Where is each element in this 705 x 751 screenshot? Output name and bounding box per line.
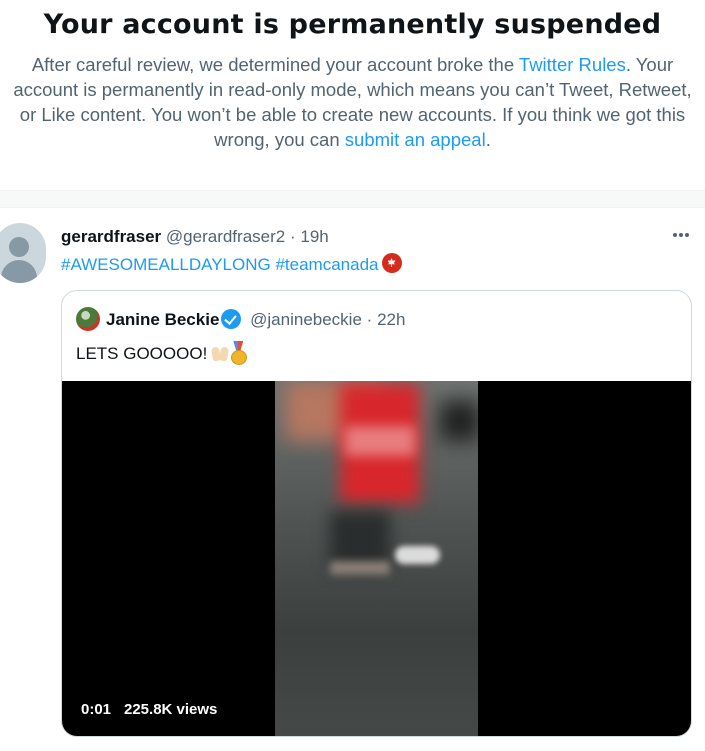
video-elapsed-time: 0:01	[81, 701, 112, 718]
suspension-text-part-3: .	[485, 129, 491, 150]
separator-dot: ·	[289, 227, 296, 246]
tweet-timestamp[interactable]: 19h	[300, 227, 328, 246]
avatar[interactable]	[0, 223, 46, 283]
more-dot	[673, 233, 677, 237]
avatar-head-shape	[9, 237, 29, 257]
tweet-text: #AWESOMEALLDAYLONG #teamcanada	[61, 253, 402, 276]
video-blur-shape	[330, 561, 390, 575]
quoted-tweet[interactable]: Janine Beckie @janinebeckie · 22h LETS G…	[61, 290, 692, 737]
video-player[interactable]: 0:01 225.8K views	[62, 381, 691, 736]
verified-badge-icon	[221, 309, 242, 329]
suspension-message: After careful review, we determined your…	[8, 52, 698, 152]
quoted-author-name[interactable]: Janine Beckie	[106, 310, 219, 329]
quoted-text-content: LETS GOOOOO!	[76, 344, 208, 363]
quoted-author-handle[interactable]: @janinebeckie	[250, 310, 362, 329]
suspension-title: Your account is permanently suspended	[43, 9, 662, 40]
quoted-tweet-text: LETS GOOOOO!	[76, 341, 248, 365]
tweet-author-name[interactable]: gerardfraser	[61, 227, 161, 246]
quoted-tweet-timestamp[interactable]: 22h	[377, 310, 405, 329]
tweet-author-handle[interactable]: @gerardfraser2	[166, 227, 285, 246]
video-frame	[275, 381, 478, 736]
canada-flag-icon	[381, 253, 402, 273]
twitter-rules-link[interactable]: Twitter Rules	[519, 54, 626, 75]
section-divider	[0, 190, 705, 208]
video-blur-shape	[440, 401, 478, 441]
suspension-text-part-1: After careful review, we determined your…	[31, 54, 519, 75]
separator-dot: ·	[366, 310, 373, 329]
hashtag-awesomealldaylong[interactable]: #AWESOMEALLDAYLONG	[61, 255, 271, 274]
gold-medal-icon	[230, 341, 248, 365]
video-view-count: 225.8K views	[124, 701, 218, 718]
more-dot	[679, 233, 683, 237]
quoted-tweet-header: Janine Beckie @janinebeckie · 22h	[106, 309, 405, 331]
more-horizontal-icon[interactable]	[668, 222, 694, 248]
more-dot	[685, 233, 689, 237]
quoted-author-avatar[interactable]	[76, 307, 100, 331]
hashtag-teamcanada[interactable]: #teamcanada	[275, 255, 378, 274]
video-blur-shape	[345, 426, 415, 456]
submit-appeal-link[interactable]: submit an appeal	[345, 129, 486, 150]
default-profile-icon	[0, 223, 46, 283]
video-blur-shape	[395, 546, 440, 564]
suspension-banner: Your account is permanently suspended Af…	[0, 0, 705, 190]
avatar-body-shape	[1, 260, 37, 283]
tweet-header: gerardfraser @gerardfraser2 · 19h	[61, 226, 329, 248]
raising-hands-icon	[210, 344, 230, 362]
